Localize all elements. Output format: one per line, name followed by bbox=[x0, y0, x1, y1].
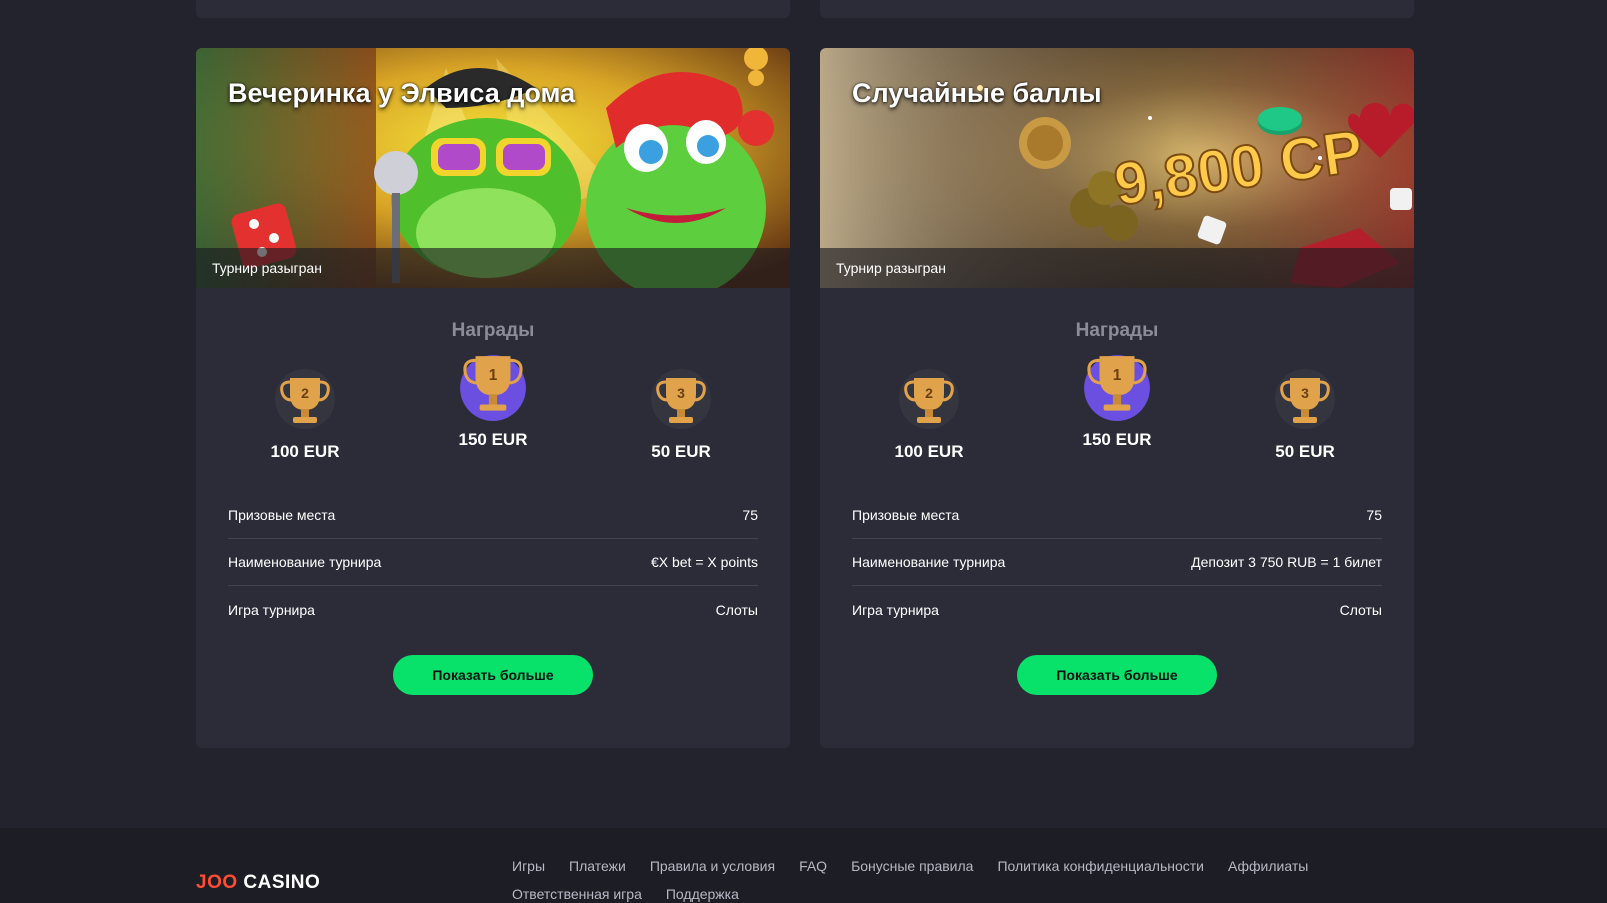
trophy-icon: 3 bbox=[1270, 364, 1340, 434]
prize-third-place: 3 50 EUR bbox=[601, 342, 761, 462]
prize-list: 2 100 EUR 1 150 EUR 3 50 EUR bbox=[196, 342, 790, 492]
tournament-info-table: Призовые места 75 Наименование турнира Д… bbox=[852, 492, 1382, 633]
info-label: Призовые места bbox=[852, 507, 960, 523]
footer-link-affiliates[interactable]: Аффилиаты bbox=[1228, 858, 1308, 874]
tournament-status: Турнир разыгран bbox=[820, 248, 1414, 288]
prize-amount: 50 EUR bbox=[651, 442, 711, 461]
tournament-card: 9,800 CP Случайные баллы Турнир разыгран… bbox=[820, 48, 1414, 748]
tournament-banner[interactable]: Вечеринка у Элвиса дома Турнир разыгран bbox=[196, 48, 790, 288]
info-value: Слоты bbox=[715, 601, 758, 618]
joo-casino-logo[interactable]: JOO CASINO bbox=[196, 872, 320, 894]
info-label: Наименование турнира bbox=[228, 554, 382, 570]
trophy-icon: 1 bbox=[457, 350, 529, 422]
rewards-heading: Награды bbox=[1075, 320, 1159, 341]
prize-list: 2 100 EUR 1 150 EUR 3 50 EUR bbox=[820, 342, 1414, 492]
prize-second-place: 2 100 EUR bbox=[849, 342, 1009, 462]
prize-third-place: 3 50 EUR bbox=[1225, 342, 1385, 462]
footer-link-bonus-rules[interactable]: Бонусные правила bbox=[851, 858, 973, 874]
logo-text-casino: CASINO bbox=[243, 872, 321, 893]
show-more-button[interactable]: Показать больше bbox=[1017, 655, 1217, 695]
prize-amount: 100 EUR bbox=[270, 442, 340, 461]
footer-link-payments[interactable]: Платежи bbox=[569, 858, 626, 874]
info-row-tournament-game: Игра турнира Слоты bbox=[228, 586, 758, 633]
prize-first-place: 1 150 EUR bbox=[413, 342, 573, 450]
trophy-icon: 3 bbox=[646, 364, 716, 434]
footer-link-games[interactable]: Игры bbox=[512, 858, 545, 874]
footer-nav: Игры Платежи Правила и условия FAQ Бонус… bbox=[512, 858, 1372, 902]
tournament-title: Случайные баллы bbox=[852, 78, 1102, 108]
info-label: Игра турнира bbox=[852, 601, 939, 618]
prize-second-place: 2 100 EUR bbox=[225, 342, 385, 462]
tournament-card: Вечеринка у Элвиса дома Турнир разыгран … bbox=[196, 48, 790, 748]
info-row-tournament-name: Наименование турнира €X bet = X points bbox=[228, 539, 758, 586]
footer-link-privacy-policy[interactable]: Политика конфиденциальности bbox=[997, 858, 1204, 874]
footer-link-responsible-gaming[interactable]: Ответственная игра bbox=[512, 886, 642, 902]
tournament-banner[interactable]: 9,800 CP Случайные баллы Турнир разыгран bbox=[820, 48, 1414, 288]
rewards-heading: Награды bbox=[451, 320, 535, 341]
prize-amount: 50 EUR bbox=[1275, 442, 1335, 461]
trophy-place-number: 1 bbox=[1113, 367, 1122, 384]
info-value: 75 bbox=[742, 507, 758, 523]
trophy-place-number: 2 bbox=[301, 385, 309, 401]
trophy-icon: 2 bbox=[270, 364, 340, 434]
footer-link-faq[interactable]: FAQ bbox=[799, 858, 827, 874]
trophy-place-number: 2 bbox=[925, 385, 933, 401]
info-row-tournament-game: Игра турнира Слоты bbox=[852, 586, 1382, 633]
footer-link-support[interactable]: Поддержка bbox=[666, 886, 739, 902]
logo-text-joo: JOO bbox=[196, 872, 238, 893]
info-row-prize-places: Призовые места 75 bbox=[228, 492, 758, 539]
page: Вечеринка у Элвиса дома Турнир разыгран … bbox=[0, 0, 1607, 903]
trophy-icon: 2 bbox=[894, 364, 964, 434]
tournament-title: Вечеринка у Элвиса дома bbox=[228, 78, 576, 108]
tournament-info-table: Призовые места 75 Наименование турнира €… bbox=[228, 492, 758, 633]
show-more-button[interactable]: Показать больше bbox=[393, 655, 593, 695]
info-label: Наименование турнира bbox=[852, 554, 1006, 570]
trophy-icon: 1 bbox=[1081, 350, 1153, 422]
info-label: Игра турнира bbox=[228, 601, 315, 618]
info-row-prize-places: Призовые места 75 bbox=[852, 492, 1382, 539]
prize-amount: 150 EUR bbox=[1082, 430, 1152, 449]
info-value: €X bet = X points bbox=[650, 554, 758, 570]
info-value: Депозит 3 750 RUB = 1 билет bbox=[1191, 554, 1382, 570]
info-row-tournament-name: Наименование турнира Депозит 3 750 RUB =… bbox=[852, 539, 1382, 586]
trophy-place-number: 3 bbox=[1301, 385, 1309, 401]
footer: JOO CASINO Игры Платежи Правила и услови… bbox=[0, 828, 1607, 903]
info-label: Призовые места bbox=[228, 507, 336, 523]
trophy-place-number: 3 bbox=[677, 385, 685, 401]
trophy-place-number: 1 bbox=[489, 367, 498, 384]
prize-amount: 150 EUR bbox=[458, 430, 528, 449]
previous-tournament-card bbox=[196, 0, 790, 18]
prize-amount: 100 EUR bbox=[894, 442, 964, 461]
prize-first-place: 1 150 EUR bbox=[1037, 342, 1197, 450]
tournament-status: Турнир разыгран bbox=[196, 248, 790, 288]
info-value: Слоты bbox=[1339, 601, 1382, 618]
info-value: 75 bbox=[1366, 507, 1382, 523]
footer-link-terms[interactable]: Правила и условия bbox=[650, 858, 775, 874]
previous-tournament-card bbox=[820, 0, 1414, 18]
